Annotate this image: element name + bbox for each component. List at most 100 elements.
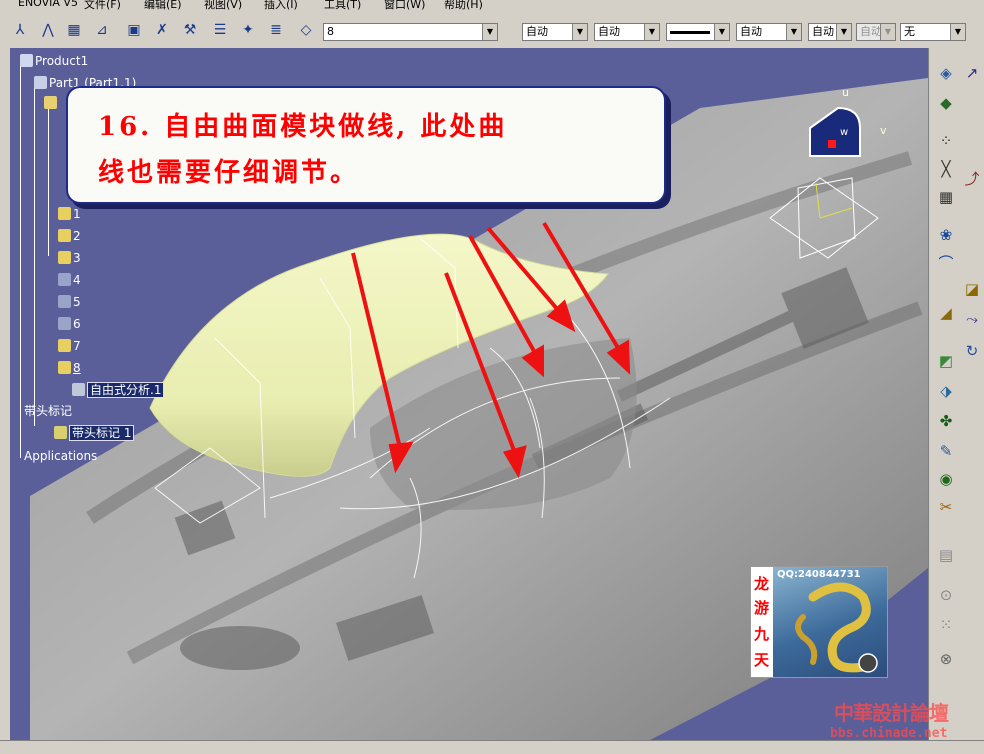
tree-item-3[interactable]: 3	[58, 251, 81, 266]
curve-icon	[58, 207, 71, 220]
chevron-down-icon: ▼	[572, 24, 587, 40]
tree-item-6[interactable]: 6	[58, 317, 81, 332]
chevron-down-icon: ▼	[950, 24, 965, 40]
tools-icon[interactable]: ⚒	[180, 20, 200, 40]
menu-tools[interactable]: 工具(T)	[324, 0, 361, 12]
tree-icon[interactable]: ☰	[210, 20, 230, 40]
axis-icon[interactable]: ⅄	[10, 20, 30, 40]
menu-window[interactable]: 窗口(W)	[384, 0, 425, 12]
grid-icon[interactable]: ▦	[64, 20, 84, 40]
tree-item-2[interactable]: 2	[58, 229, 81, 244]
menu-file[interactable]: 文件(F)	[84, 0, 121, 12]
logo-char: 游	[754, 599, 770, 617]
logo-char: 九	[754, 625, 770, 643]
curve-icon	[58, 251, 71, 264]
menu-edit[interactable]: 编辑(E)	[144, 0, 182, 12]
hide-icon[interactable]: ✗	[152, 20, 172, 40]
surface-icon	[58, 273, 71, 286]
match-icon[interactable]: ✎	[935, 440, 957, 462]
layer-value: 8	[327, 25, 334, 38]
layer-icon[interactable]: ◇	[296, 20, 316, 40]
top-toolbar: ⅄ ⋀ ▦ ⊿ ▣ ✗ ⚒ ☰ ✦ ≣ ◇ 8 ▼ 自动 ▼ 自动 ▼ ▼ 自动…	[0, 12, 984, 49]
bottom-toolbar	[0, 740, 984, 754]
logo-char: 天	[754, 651, 770, 669]
tree-node-annotations[interactable]: 带头标记	[24, 404, 72, 419]
linetype-dropdown[interactable]: ▼	[666, 23, 730, 41]
linewidth-dropdown[interactable]: 自动 ▼	[736, 23, 802, 41]
box-icon[interactable]: ◪	[961, 278, 983, 300]
surface-icon	[58, 317, 71, 330]
grid-icon[interactable]: ▦	[935, 186, 957, 208]
measure-icon[interactable]: ⤴	[961, 168, 983, 190]
cube-icon[interactable]: ▣	[124, 20, 144, 40]
fill-icon[interactable]: ✤	[935, 410, 957, 432]
menu-view[interactable]: 视图(V)	[204, 0, 242, 12]
line-icon[interactable]: ╳	[935, 158, 957, 180]
wand-icon[interactable]: ✦	[238, 20, 258, 40]
point-icon[interactable]: ⁘	[935, 130, 957, 152]
transparency-dropdown[interactable]: 自动 ▼	[594, 23, 660, 41]
tree-node-analysis[interactable]: 自由式分析.1	[72, 382, 165, 398]
filter-icon[interactable]: ⊿	[92, 20, 112, 40]
snap-icon[interactable]: ↗	[961, 62, 983, 84]
dragon-image	[773, 567, 887, 677]
tree-item-8[interactable]: 8	[58, 361, 81, 376]
surface-icon[interactable]: ◢	[935, 302, 957, 324]
tree-item-7[interactable]: 7	[58, 339, 81, 354]
pattern-icon[interactable]: ⁙	[935, 614, 957, 636]
tree-node-product[interactable]: Product1	[20, 54, 88, 69]
pointstyle-dropdown[interactable]: 自动 ▼	[808, 23, 852, 41]
chevron-down-icon: ▼	[482, 24, 497, 40]
sketch-icon[interactable]: ◈	[935, 62, 957, 84]
watermark-title: 中華設計論壇	[834, 701, 949, 725]
offset-icon[interactable]: ⬗	[935, 380, 957, 402]
tree-node-applications[interactable]: Applications	[24, 449, 97, 464]
body-icon	[44, 96, 57, 109]
plane-icon[interactable]: ◆	[935, 92, 957, 114]
tree-node-annotation-child[interactable]: 带头标记 1	[54, 425, 135, 441]
layer-dropdown[interactable]: 8 ▼	[323, 23, 498, 41]
author-logo: 龙 游 九 天 QQ:240844731	[750, 566, 888, 678]
arrow-icon[interactable]: ⤳	[961, 308, 983, 330]
style-dropdown[interactable]: 无 ▼	[900, 23, 966, 41]
style-value: 无	[904, 25, 915, 38]
tree-item-4[interactable]: 4	[58, 273, 81, 288]
loop-icon[interactable]: ↻	[961, 340, 983, 362]
transform-icon[interactable]: ▤	[935, 544, 957, 566]
fillet-icon[interactable]: ◉	[935, 468, 957, 490]
tree-item-1[interactable]: 1	[58, 207, 81, 222]
trim-icon[interactable]: ✂	[935, 496, 957, 518]
curve-icon[interactable]: ❀	[935, 224, 957, 246]
snap-icon[interactable]: ⋀	[38, 20, 58, 40]
product-icon	[20, 54, 33, 67]
tree-connector	[20, 66, 21, 458]
pointstyle-value: 自动	[812, 25, 834, 38]
curve-icon	[58, 229, 71, 242]
menu-enovia[interactable]: ENOVIA V5	[18, 0, 78, 9]
symmetry-icon[interactable]: ⊙	[935, 584, 957, 606]
curve-icon	[58, 361, 71, 374]
logo-qq: QQ:240844731	[777, 569, 861, 580]
tree-connector	[34, 86, 35, 426]
blend-icon[interactable]: ⌒	[935, 252, 957, 274]
callout-line-2: 线也需要仔细调节。	[98, 158, 360, 188]
rendering-value: 自动	[860, 25, 882, 38]
part-icon	[34, 76, 47, 89]
extrude-icon[interactable]: ◩	[935, 350, 957, 372]
surface-icon	[58, 295, 71, 308]
analysis-icon	[72, 383, 85, 396]
right-toolbar: ◈ ◆ ⁘ ╳ ▦ ❀ ⌒ ◢ ◩ ⬗ ✤ ✎ ◉ ✂ ▤ ⊙ ⁙ ⊗ ↗ ⤴ …	[928, 48, 984, 740]
menu-help[interactable]: 帮助(H)	[444, 0, 483, 12]
tutorial-callout: 16. 自由曲面模块做线, 此处曲 线也需要仔细调节。	[66, 86, 666, 204]
list-icon[interactable]: ≣	[266, 20, 286, 40]
chevron-down-icon: ▼	[836, 24, 851, 40]
logo-char: 龙	[754, 575, 770, 593]
menu-insert[interactable]: 插入(I)	[264, 0, 298, 12]
analysis-icon[interactable]: ⊗	[935, 648, 957, 670]
chevron-down-icon: ▼	[786, 24, 801, 40]
tree-item-5[interactable]: 5	[58, 295, 81, 310]
color-dropdown[interactable]: 自动 ▼	[522, 23, 588, 41]
linetype-line	[670, 30, 710, 34]
tree-node-body[interactable]	[44, 96, 59, 111]
tree-connector	[48, 106, 49, 256]
